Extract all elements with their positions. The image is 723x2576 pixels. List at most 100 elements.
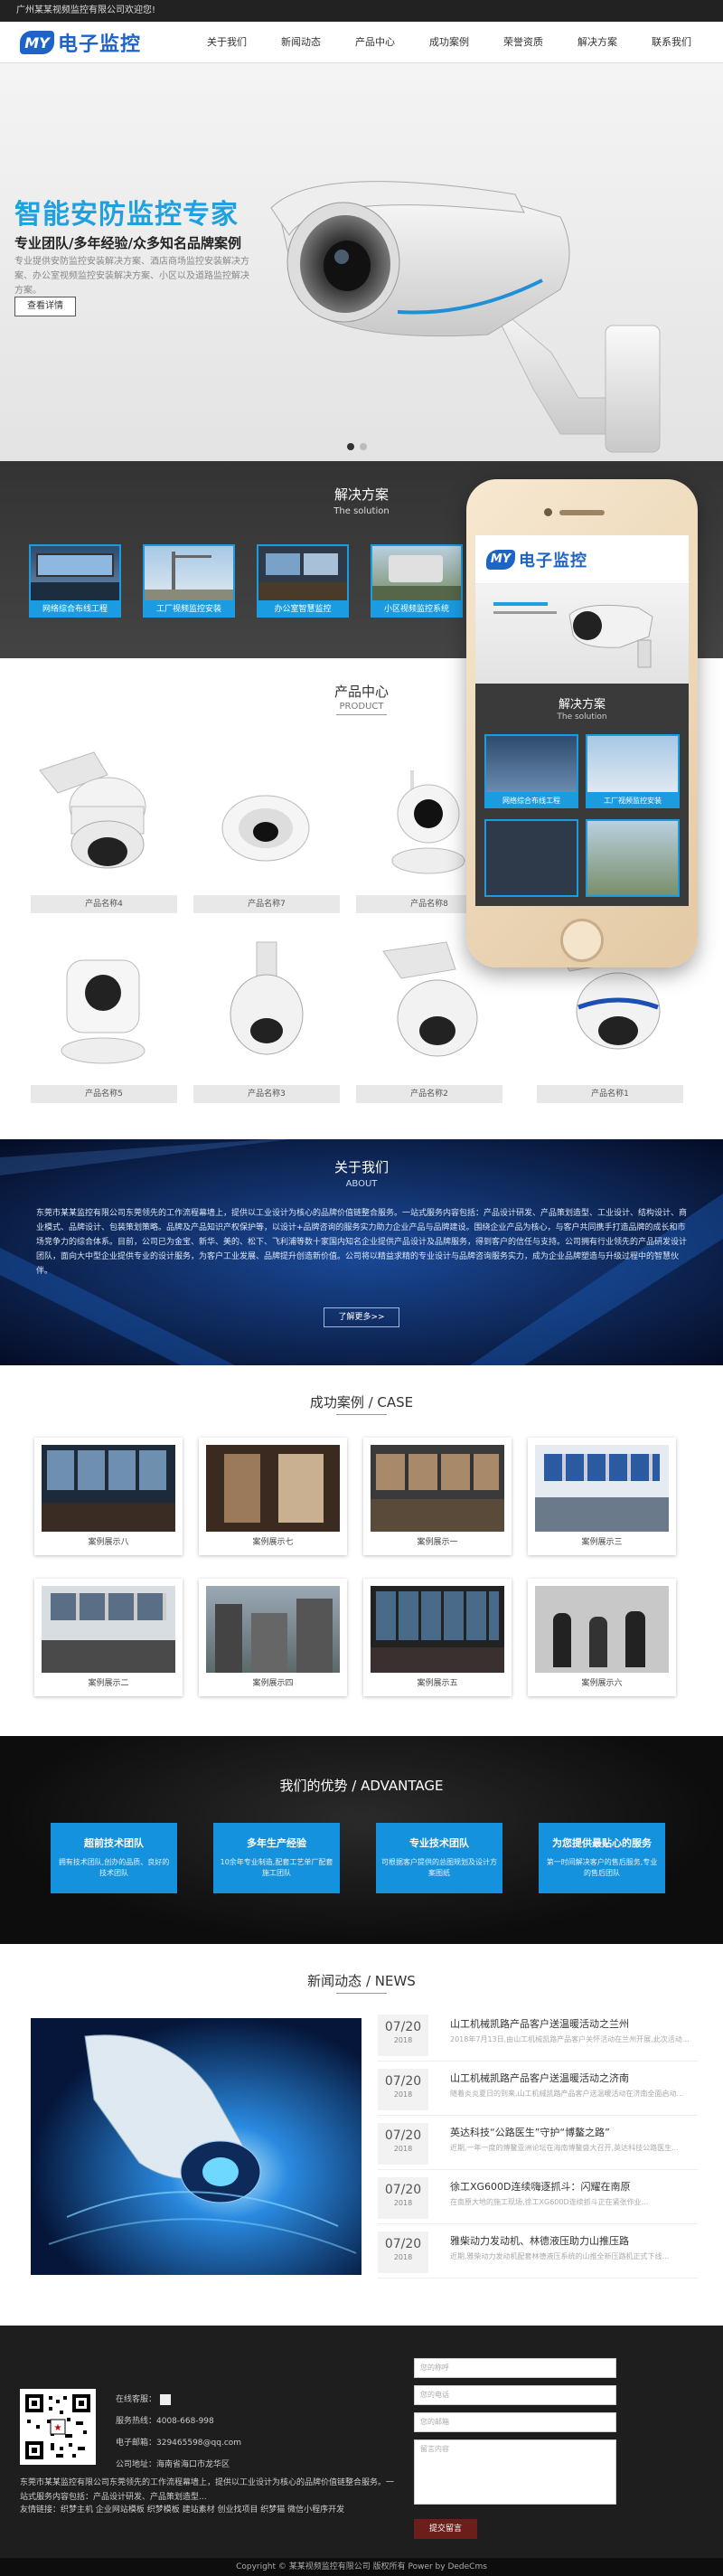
product-label: 产品名称3	[193, 1085, 340, 1103]
about-section: 关于我们 ABOUT 东莞市某某监控有限公司东莞领先的工作流程幕墙上，提供以工业…	[0, 1139, 723, 1365]
phone-screen: MY 电子监控 解决方案 The solution 网络综合布线工程 工厂视频监…	[475, 535, 689, 906]
advantage-card[interactable]: 专业技术团队 可根据客户提供的总图规划及设计方案图纸	[376, 1823, 502, 1893]
banner-title: 智能安防监控专家	[14, 199, 239, 231]
about-more-button[interactable]: 了解更多>>	[324, 1307, 399, 1327]
phone-solution-label: 工厂视频监控安装	[586, 794, 680, 808]
news-item[interactable]: 07/20 2018 山工机械凯路产品客户送温暖活动之济南 随着炎炎夏日的到来,山…	[378, 2065, 698, 2116]
banner-dot-1[interactable]	[347, 443, 354, 450]
name-field[interactable]: 您的称呼	[414, 2358, 616, 2378]
news-item-title: 雅柴动力发动机、林德液压助力山推压路	[450, 2235, 629, 2247]
mini-dome-camera-image	[221, 795, 310, 862]
news-item-title: 山工机械凯路产品客户送温暖活动之兰州	[450, 2018, 629, 2030]
news-item[interactable]: 07/20 2018 英达科技“公路医生”守护“博鳌之路” 近期,一年一度的博鳌亚…	[378, 2119, 698, 2170]
ptz-camera-image	[230, 941, 304, 1055]
hero-banner: 智能安防监控专家 专业团队/多年经验/众多知名品牌案例 专业提供安防监控安装解决…	[0, 63, 723, 461]
banner-detail-button[interactable]: 查看详情	[14, 297, 76, 316]
submit-message-button[interactable]: 提交留言	[414, 2519, 477, 2539]
logo-text: 电子监控	[58, 33, 142, 56]
product-label: 产品名称7	[193, 895, 340, 913]
advantage-card-title: 为您提供最贴心的服务	[552, 1837, 652, 1849]
case-title: 成功案例 / CASE	[309, 1394, 414, 1411]
solution-item-label: 工厂视频监控安装	[143, 601, 235, 618]
online-service-label: 在线客服：	[116, 2395, 157, 2404]
solution-item[interactable]: 小区视频监控系统	[371, 544, 463, 618]
case-label: 案例展示四	[252, 1679, 294, 1688]
email: 电子邮箱：329465598@qq.com	[116, 2439, 242, 2448]
product-card[interactable]: 产品名称7	[193, 734, 340, 915]
product-card[interactable]: 产品名称4	[31, 734, 177, 915]
solution-item-label: 网络综合布线工程	[29, 601, 121, 618]
chat-icon[interactable]	[160, 2393, 172, 2405]
nav-cases[interactable]: 成功案例	[412, 22, 486, 63]
product-label: 产品名称4	[31, 895, 177, 913]
phone-solution-title: 解决方案	[558, 698, 606, 712]
banner-pagination	[347, 443, 367, 450]
banner-dot-2[interactable]	[360, 443, 367, 450]
case-label: 案例展示二	[88, 1679, 129, 1688]
email-field[interactable]: 您的邮箱	[414, 2412, 616, 2432]
logo[interactable]: MY 电子监控	[20, 29, 141, 56]
case-card[interactable]: 案例展示八	[34, 1438, 183, 1555]
news-item-title: 英达科技“公路医生”守护“博鳌之路”	[450, 2127, 610, 2138]
message-field[interactable]: 留言内容	[414, 2439, 616, 2505]
site-footer: ★ 在线客服： 服务热线：4008-668-998 电子邮箱：329465598…	[0, 2326, 723, 2558]
news-day: 07/20	[384, 2020, 422, 2034]
nav-products[interactable]: 产品中心	[338, 22, 412, 63]
about-text: 东莞市某某监控有限公司东莞领先的工作流程幕墙上，提供以工业设计为核心的品牌价值链…	[36, 1209, 688, 1276]
about-title: 关于我们	[333, 1159, 389, 1175]
product-label: 产品名称2	[356, 1085, 502, 1103]
news-year: 2018	[393, 2145, 413, 2153]
news-item[interactable]: 07/20 2018 徐工XG600D连续嗨逐抓斗：闪耀在南原 在南原大地的施工现…	[378, 2174, 698, 2224]
news-year: 2018	[393, 2036, 413, 2044]
case-card[interactable]: 案例展示三	[528, 1438, 676, 1555]
nav-news[interactable]: 新闻动态	[264, 22, 338, 63]
news-item-desc: 近期,雅柴动力发动机配套林德液压系统的山推全新压路机正式下线...	[450, 2252, 670, 2260]
advantage-card-title: 超前技术团队	[84, 1837, 144, 1849]
news-item[interactable]: 07/20 2018 雅柴动力发动机、林德液压助力山推压路 近期,雅柴动力发动机配…	[378, 2228, 698, 2279]
news-year: 2018	[393, 2253, 413, 2261]
solution-item[interactable]: 办公室智慧监控	[257, 544, 349, 618]
product-label: 产品名称5	[31, 1085, 177, 1103]
news-year: 2018	[393, 2090, 413, 2099]
dome-camera-image	[39, 751, 146, 869]
advantage-section: 我们的优势 / ADVANTAGE 超前技术团队 拥有技术团队,创办的品质、良好…	[0, 1736, 723, 1944]
case-card[interactable]: 案例展示四	[199, 1579, 347, 1696]
advantage-card-desc: 拥有技术团队,创办的品质、良好的技术团队	[58, 1858, 170, 1877]
nav-contact[interactable]: 联系我们	[634, 22, 709, 63]
case-card[interactable]: 案例展示五	[363, 1579, 512, 1696]
news-item-title: 山工机械凯路产品客户送温暖活动之济南	[450, 2072, 629, 2084]
product-card[interactable]: 产品名称3	[193, 924, 340, 1105]
solution-item[interactable]: 网络综合布线工程	[29, 544, 121, 618]
case-label: 案例展示六	[581, 1679, 623, 1688]
advantage-card[interactable]: 为您提供最贴心的服务 第一时间解决客户的售后服务,专业的售后团队	[539, 1823, 665, 1893]
phone-logo-mark: MY	[486, 549, 515, 570]
nav-about[interactable]: 关于我们	[190, 22, 264, 63]
phone-field[interactable]: 您的电话	[414, 2385, 616, 2405]
advantage-card-title: 专业技术团队	[409, 1837, 469, 1849]
case-card[interactable]: 案例展示二	[34, 1579, 183, 1696]
news-day: 07/20	[384, 2237, 422, 2251]
friend-links[interactable]: 友情链接：织梦主机 企业网站模板 织梦模板 建站素材 创业找项目 织梦猫 微信小…	[20, 2503, 344, 2515]
solution-item[interactable]: 工厂视频监控安装	[143, 544, 235, 618]
case-label: 案例展示一	[417, 1538, 458, 1547]
news-day: 07/20	[384, 2074, 422, 2089]
news-section: 新闻动态 / NEWS 07/20 2018 山工机械凯路产品客户送温暖活动之兰州…	[0, 1944, 723, 2326]
product-card[interactable]: 产品名称5	[31, 924, 177, 1105]
phone-speaker	[559, 510, 605, 515]
case-card[interactable]: 案例展示一	[363, 1438, 512, 1555]
nav-solutions[interactable]: 解决方案	[560, 22, 634, 63]
case-card[interactable]: 案例展示七	[199, 1438, 347, 1555]
case-card[interactable]: 案例展示六	[528, 1579, 676, 1696]
banner-subtitle: 专业团队/多年经验/众多知名品牌案例	[14, 235, 241, 251]
advantage-card[interactable]: 超前技术团队 拥有技术团队,创办的品质、良好的技术团队	[51, 1823, 177, 1893]
news-feature-image[interactable]	[31, 2018, 362, 2275]
page: 广州某某视频监控有限公司欢迎您! MY 电子监控 关于我们 新闻动态 产品中心 …	[0, 0, 723, 2576]
advantage-card[interactable]: 多年生产经验 10余年专业制造,配套工艺单厂配套施工团队	[213, 1823, 340, 1893]
case-label: 案例展示七	[252, 1538, 294, 1547]
nav-honors[interactable]: 荣誉资质	[486, 22, 560, 63]
phone-camera	[544, 508, 552, 516]
phone-logo-text: 电子监控	[519, 551, 587, 571]
advantage-title: 我们的优势 / ADVANTAGE	[279, 1778, 444, 1794]
news-item[interactable]: 07/20 2018 山工机械凯路产品客户送温暖活动之兰州 2018年7月13日,…	[378, 2011, 698, 2062]
site-header: MY 电子监控 关于我们 新闻动态 产品中心 成功案例 荣誉资质 解决方案 联系…	[0, 22, 723, 63]
